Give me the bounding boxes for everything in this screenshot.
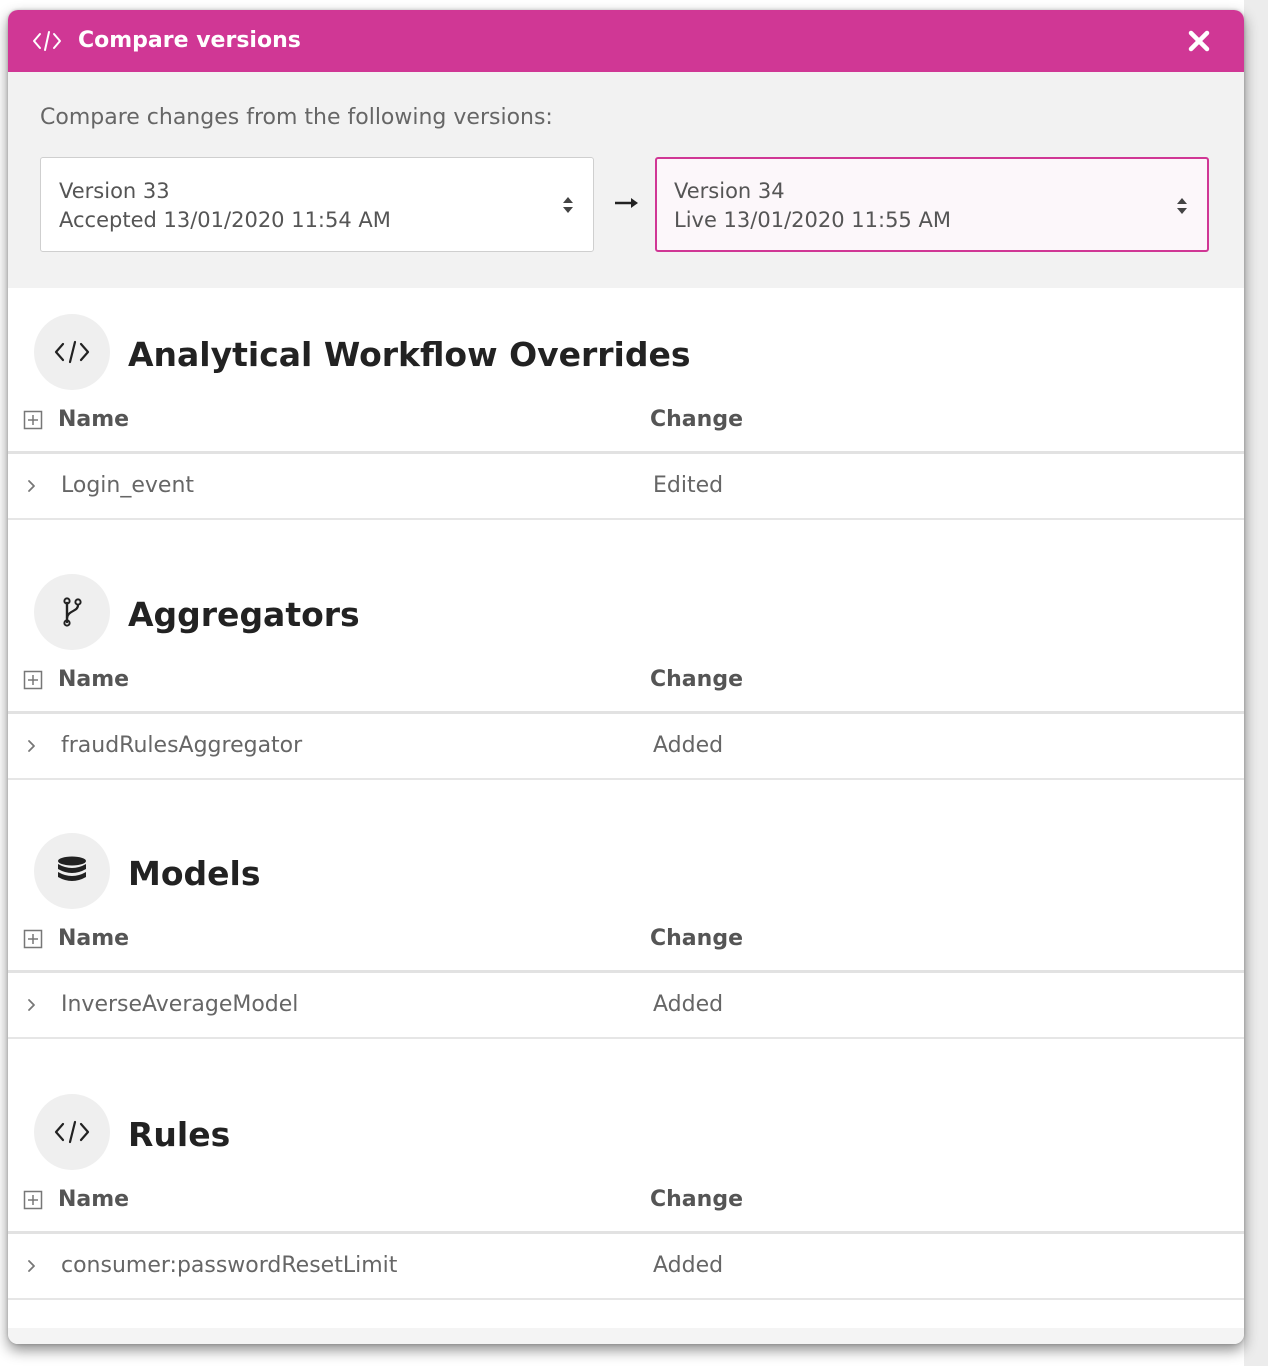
dialog-titlebar: Compare versions xyxy=(8,10,1244,72)
expand-all-icon[interactable] xyxy=(23,670,43,690)
dialog-footer xyxy=(8,1328,1244,1344)
row-change: Added xyxy=(653,733,724,758)
table-header: Name Change xyxy=(8,919,1244,973)
expand-all-icon[interactable] xyxy=(23,410,43,430)
column-header-name[interactable]: Name xyxy=(58,923,129,955)
code-icon xyxy=(32,29,62,53)
section-title: Analytical Workflow Overrides xyxy=(128,335,691,374)
chevron-right-icon[interactable] xyxy=(25,737,39,755)
table-header: Name Change xyxy=(8,660,1244,714)
compare-versions-dialog: Compare versions Compare changes from th… xyxy=(8,10,1244,1344)
table-row[interactable]: consumer:passwordResetLimit Added xyxy=(8,1234,1244,1300)
branch-icon xyxy=(34,574,110,650)
row-name: fraudRulesAggregator xyxy=(61,733,303,758)
compare-label: Compare changes from the following versi… xyxy=(40,105,553,130)
dialog-title: Compare versions xyxy=(78,28,301,53)
table-header: Name Change xyxy=(8,400,1244,454)
to-version-select[interactable]: Version 34 Live 13/01/2020 11:55 AM xyxy=(655,157,1209,252)
code-icon xyxy=(34,314,110,390)
row-name: Login_event xyxy=(61,473,195,498)
table-row[interactable]: fraudRulesAggregator Added xyxy=(8,714,1244,780)
arrow-right-icon xyxy=(613,194,639,212)
row-name: InverseAverageModel xyxy=(61,992,299,1017)
to-version-detail: Live 13/01/2020 11:55 AM xyxy=(674,208,951,232)
backdrop-strip xyxy=(1244,0,1268,1366)
table-row[interactable]: Login_event Edited xyxy=(8,454,1244,520)
column-header-change[interactable]: Change xyxy=(650,923,743,955)
expand-all-icon[interactable] xyxy=(23,1190,43,1210)
table-header: Name Change xyxy=(8,1180,1244,1234)
chevron-right-icon[interactable] xyxy=(25,1257,39,1275)
section-title: Aggregators xyxy=(128,595,360,634)
version-compare-panel: Compare changes from the following versi… xyxy=(8,72,1244,288)
database-icon xyxy=(34,833,110,909)
chevron-right-icon[interactable] xyxy=(25,996,39,1014)
section-title: Rules xyxy=(128,1115,231,1154)
sort-caret-icon xyxy=(561,194,575,216)
column-header-change[interactable]: Change xyxy=(650,664,743,696)
expand-all-icon[interactable] xyxy=(23,929,43,949)
row-change: Edited xyxy=(653,473,724,498)
code-icon xyxy=(34,1094,110,1170)
from-version-select[interactable]: Version 33 Accepted 13/01/2020 11:54 AM xyxy=(40,157,594,252)
column-header-change[interactable]: Change xyxy=(650,1184,743,1216)
column-header-name[interactable]: Name xyxy=(58,1184,129,1216)
to-version-number: Version 34 xyxy=(674,179,785,203)
row-name: consumer:passwordResetLimit xyxy=(61,1253,398,1278)
from-version-number: Version 33 xyxy=(59,179,170,203)
close-icon[interactable] xyxy=(1184,26,1214,56)
column-header-name[interactable]: Name xyxy=(58,404,129,436)
table-row[interactable]: InverseAverageModel Added xyxy=(8,973,1244,1039)
chevron-right-icon[interactable] xyxy=(25,477,39,495)
row-change: Added xyxy=(653,992,724,1017)
row-change: Added xyxy=(653,1253,724,1278)
sort-caret-icon xyxy=(1175,195,1189,217)
column-header-change[interactable]: Change xyxy=(650,404,743,436)
column-header-name[interactable]: Name xyxy=(58,664,129,696)
from-version-detail: Accepted 13/01/2020 11:54 AM xyxy=(59,208,391,232)
section-title: Models xyxy=(128,854,261,893)
